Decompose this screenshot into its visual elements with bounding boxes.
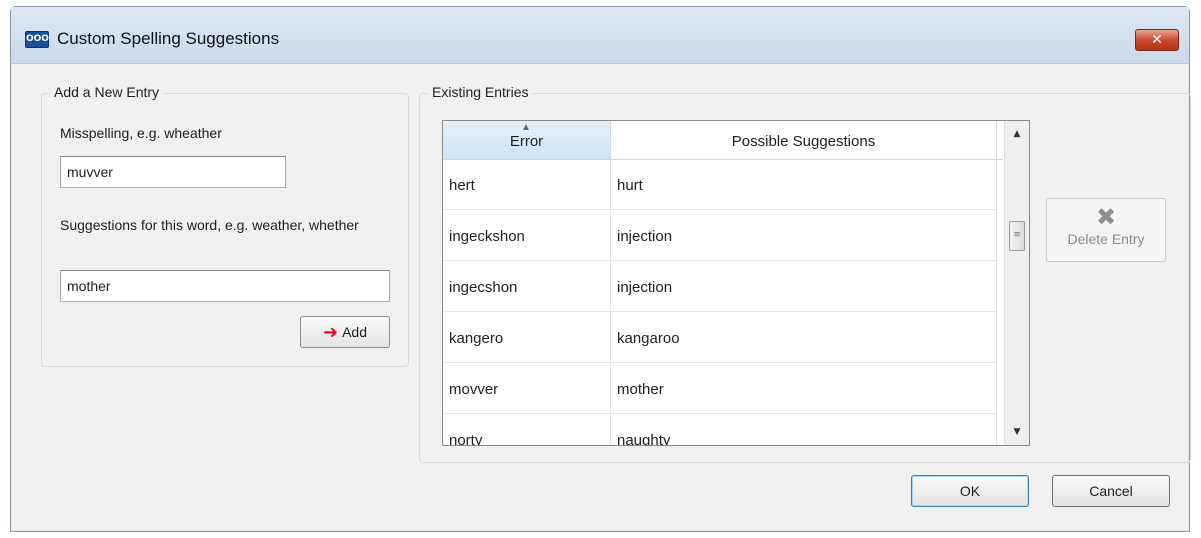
add-button-label: Add	[342, 324, 367, 340]
ok-button[interactable]: OK	[911, 475, 1029, 507]
scroll-down-arrow-icon[interactable]: ▼	[1005, 421, 1029, 443]
suggestion-cell: mother	[611, 363, 997, 413]
error-cell: norty	[443, 414, 611, 445]
close-icon: ✕	[1151, 32, 1163, 48]
dialog-window: OOO Custom Spelling Suggestions ✕ Add a …	[10, 6, 1191, 532]
error-cell: ingeckshon	[443, 210, 611, 260]
column-header-error[interactable]: ▲ Error	[443, 121, 611, 159]
scroll-up-arrow-icon[interactable]: ▲	[1005, 123, 1029, 145]
suggestion-cell: injection	[611, 210, 997, 260]
table-row[interactable]: ingeckshon injection	[443, 210, 997, 261]
error-cell: ingecshon	[443, 261, 611, 311]
suggestions-input[interactable]: mother	[60, 270, 390, 302]
delete-entry-button[interactable]: ✖ Delete Entry	[1046, 198, 1166, 262]
suggestions-label: Suggestions for this word, e.g. weather,…	[60, 217, 359, 233]
entries-table[interactable]: ▲ Error Possible Suggestions hert hurt i…	[442, 120, 1030, 446]
vertical-scrollbar[interactable]: ▲ ≡ ▼	[1004, 121, 1029, 445]
existing-entries-group: Existing Entries ▲ Error Possible Sugges…	[419, 84, 1191, 463]
close-button[interactable]: ✕	[1135, 29, 1179, 51]
sort-ascending-icon: ▲	[521, 122, 531, 133]
table-row[interactable]: kangero kangaroo	[443, 312, 997, 363]
suggestion-cell: hurt	[611, 159, 997, 209]
existing-entries-group-title: Existing Entries	[428, 84, 533, 100]
misspelling-input[interactable]: muvver	[60, 156, 286, 188]
error-cell: hert	[443, 159, 611, 209]
app-icon: OOO	[25, 31, 49, 48]
window-title: Custom Spelling Suggestions	[57, 29, 280, 48]
column-header-suggestions-label: Possible Suggestions	[731, 133, 876, 150]
column-header-error-label: Error	[509, 133, 544, 150]
table-row[interactable]: ingecshon injection	[443, 261, 997, 312]
right-arrow-icon: ➜	[322, 322, 339, 342]
misspelling-label: Misspelling, e.g. wheather	[60, 125, 222, 141]
title-bar[interactable]: OOO Custom Spelling Suggestions ✕	[11, 7, 1189, 64]
table-row[interactable]: hert hurt	[443, 159, 997, 210]
scroll-thumb[interactable]: ≡	[1009, 221, 1025, 251]
delete-entry-label: Delete Entry	[1067, 231, 1145, 247]
delete-x-icon: ✖	[1095, 203, 1117, 231]
new-entry-group: Add a New Entry Misspelling, e.g. wheath…	[41, 84, 409, 367]
table-header: ▲ Error Possible Suggestions	[443, 121, 1003, 160]
error-cell: movver	[443, 363, 611, 413]
cancel-button[interactable]: Cancel	[1052, 475, 1170, 507]
table-row[interactable]: norty naughty	[443, 414, 997, 445]
error-cell: kangero	[443, 312, 611, 362]
add-button[interactable]: ➜ Add	[300, 316, 390, 348]
suggestion-cell: naughty	[611, 414, 997, 445]
column-header-suggestions[interactable]: Possible Suggestions	[611, 121, 997, 159]
suggestion-cell: injection	[611, 261, 997, 311]
table-row[interactable]: movver mother	[443, 363, 997, 414]
new-entry-group-title: Add a New Entry	[50, 84, 164, 100]
suggestion-cell: kangaroo	[611, 312, 997, 362]
